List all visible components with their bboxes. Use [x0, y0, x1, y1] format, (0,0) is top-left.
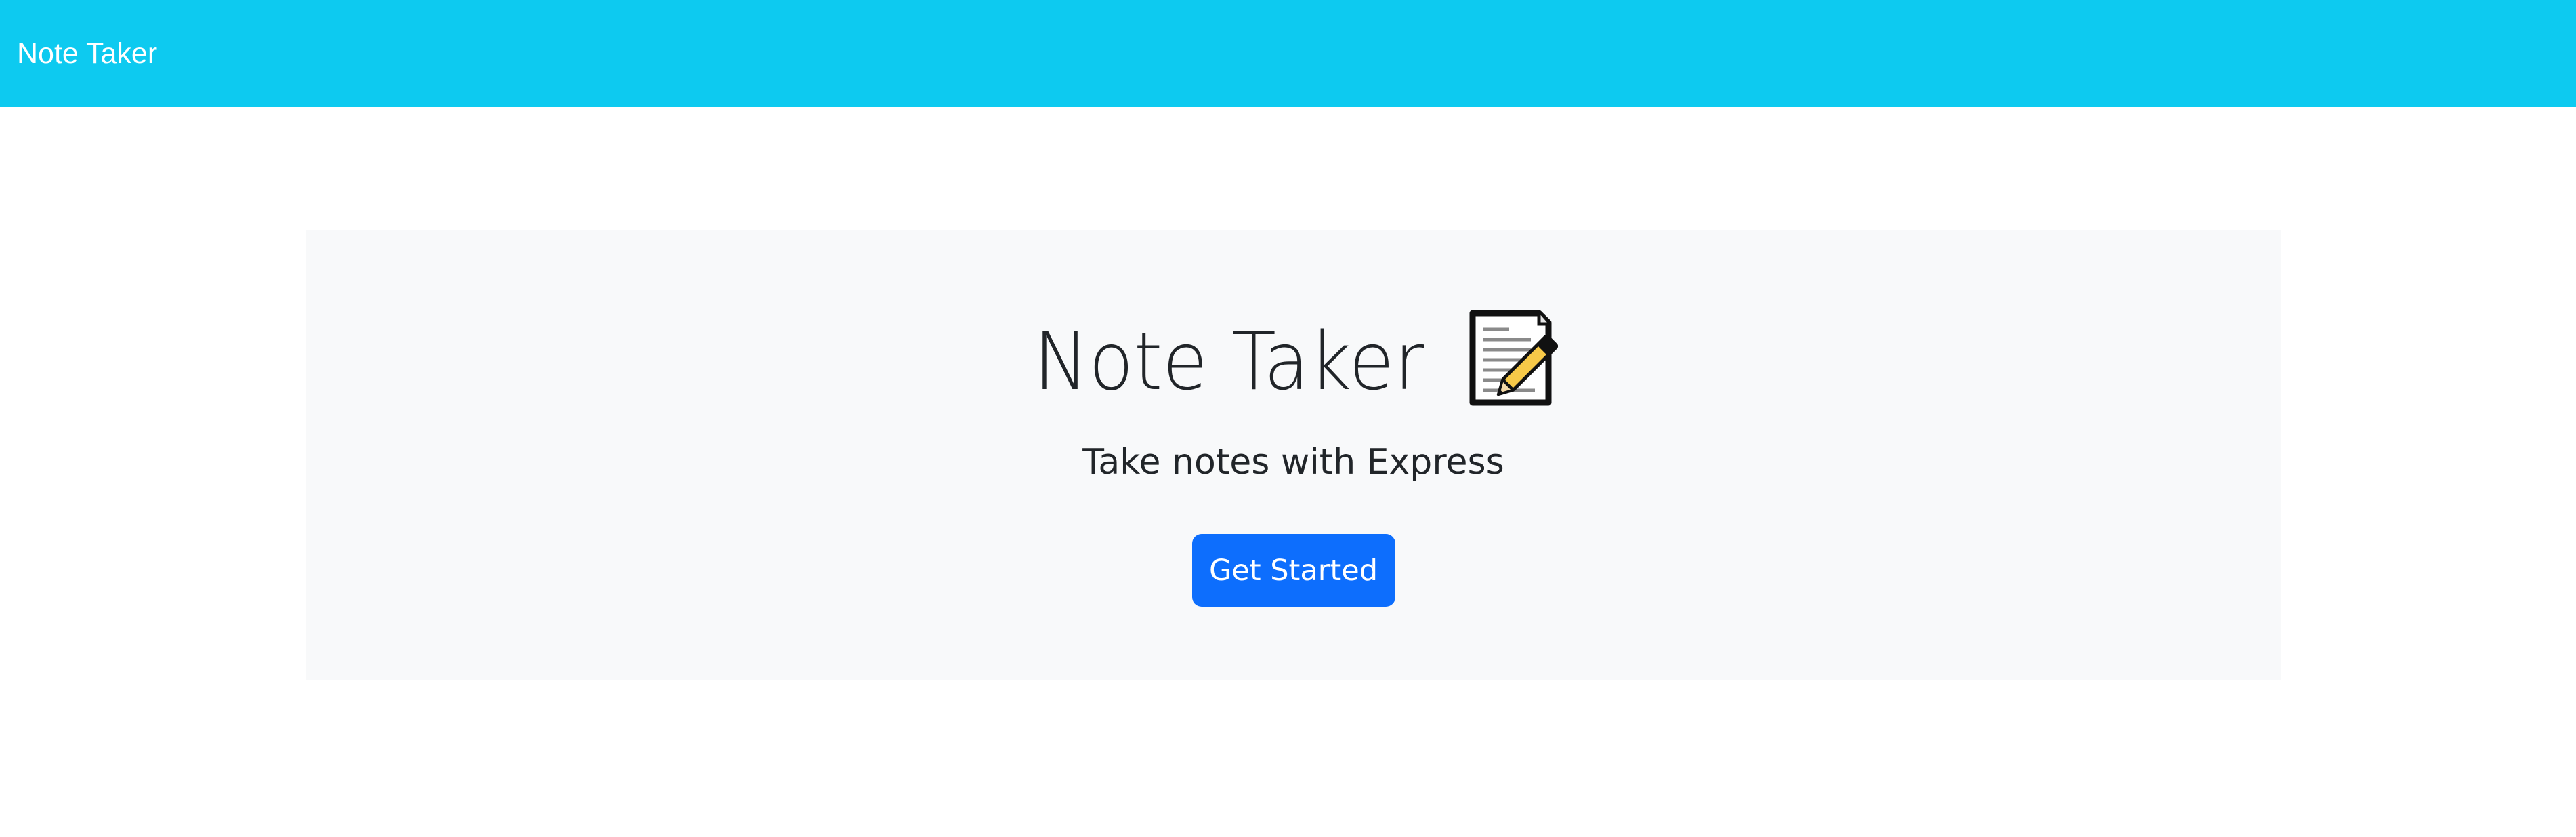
- get-started-button[interactable]: Get Started: [1191, 534, 1395, 607]
- hero-title-row: Note Taker: [306, 309, 2281, 410]
- hero-title: Note Taker: [1034, 314, 1424, 408]
- navbar: Note Taker: [0, 0, 2576, 107]
- memo-icon: [1469, 309, 1570, 407]
- hero-subtitle: Take notes with Express: [1082, 442, 1504, 483]
- hero-jumbotron: Note Taker Take notes with Express Get S…: [306, 230, 2281, 680]
- navbar-brand[interactable]: Note Taker: [17, 37, 157, 70]
- cta-wrapper: Get Started: [306, 534, 2281, 607]
